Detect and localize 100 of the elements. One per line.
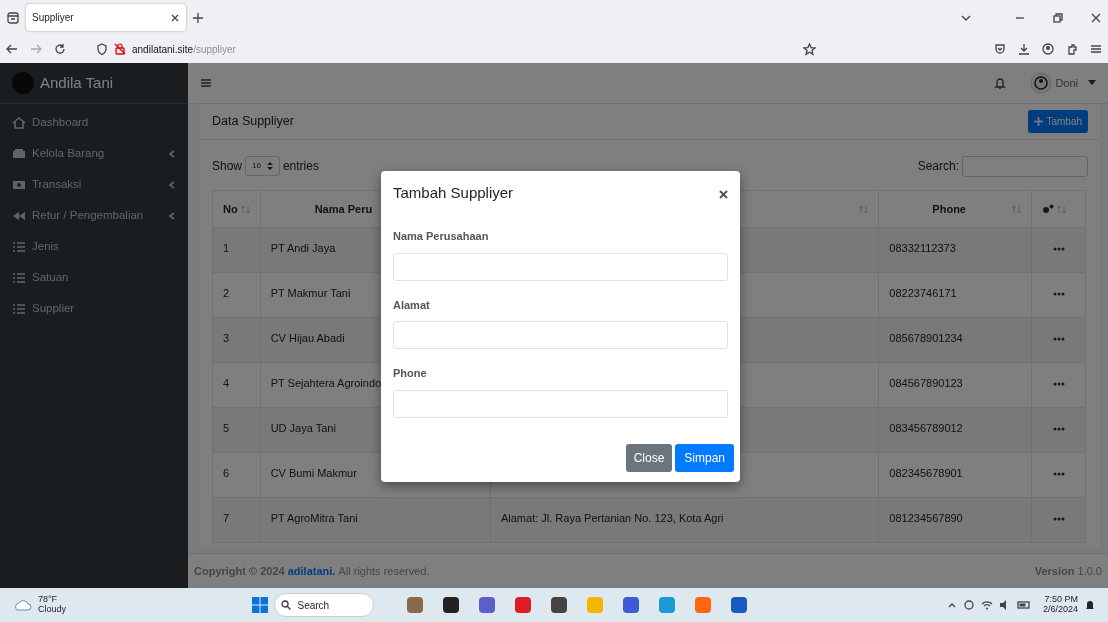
copyright-text: Copyright © 2024 adilatani. All rights reserved. <box>194 563 430 579</box>
table-cell: PT AgroMitra Tani <box>260 497 491 543</box>
show-label: Show <box>212 158 243 175</box>
taskbar-app-icon[interactable] <box>442 596 461 614</box>
clock-time: 7:50 PM <box>1044 595 1078 605</box>
table-cell: 082345678901 <box>878 452 1032 498</box>
close-icon <box>719 189 728 199</box>
input-field[interactable] <box>393 321 728 349</box>
more-options-icon[interactable] <box>1052 292 1065 297</box>
cloud-icon <box>12 599 32 611</box>
brand-name: Andila Tani <box>40 72 114 93</box>
table-cell: 081234567890 <box>878 497 1032 543</box>
table-cell: 4 <box>212 362 261 408</box>
url-text[interactable]: andilatani.site/suppliyer <box>132 41 236 57</box>
sidebar-item[interactable]: Dashboard <box>0 107 188 138</box>
input-field[interactable] <box>393 252 728 281</box>
site-link[interactable]: adilatani. <box>287 564 336 577</box>
field-label: Alamat <box>393 297 431 313</box>
sidebar-item[interactable]: Satuan <box>0 262 188 293</box>
save-button[interactable]: Simpan <box>675 443 734 472</box>
extensions-icon[interactable] <box>1066 43 1078 55</box>
more-options-icon[interactable] <box>1052 382 1065 387</box>
boxes-icon <box>12 146 26 161</box>
list-icon <box>12 301 26 316</box>
battery-icon[interactable] <box>1016 600 1031 610</box>
user-menu[interactable]: Doni <box>1030 72 1096 94</box>
input-field[interactable] <box>393 389 728 418</box>
table-cell: 084567890123 <box>878 362 1032 408</box>
table-cell: Alamat: Jl. Raya Pertanian No. 123, Kota Agri <box>490 497 879 543</box>
add-button[interactable]: Tambah <box>1028 110 1088 133</box>
more-options-icon[interactable] <box>1052 337 1065 342</box>
shield-icon <box>96 43 108 55</box>
taskbar-search[interactable]: Search <box>274 593 375 617</box>
tab-title: Suppliyer <box>32 11 75 25</box>
close-button[interactable]: Close <box>625 443 673 472</box>
avatar-icon <box>1030 72 1053 94</box>
list-icon <box>12 270 26 285</box>
table-cell: 5 <box>212 407 261 453</box>
column-header[interactable]: Phone <box>878 190 1032 228</box>
plus-icon[interactable] <box>192 11 204 24</box>
sidebar-item[interactable]: Supplier <box>0 293 188 324</box>
close-icon[interactable] <box>170 12 180 23</box>
version-text: Version 1.0.0 <box>1034 563 1102 579</box>
brand-logo-icon <box>12 72 34 94</box>
temperature-text: 78°F <box>38 595 59 605</box>
tab-list-icon[interactable] <box>6 10 20 25</box>
browser-tab[interactable]: Suppliyer <box>26 4 186 31</box>
search-label: Search: <box>917 158 959 175</box>
account-icon[interactable] <box>1042 43 1054 55</box>
list-icon <box>12 239 26 254</box>
star-icon[interactable] <box>803 42 816 56</box>
more-options-icon[interactable] <box>1052 247 1065 252</box>
gears-icon <box>1042 204 1054 214</box>
restore-icon[interactable] <box>1052 11 1064 24</box>
table-cell: 08332112373 <box>878 227 1032 273</box>
search-field[interactable] <box>962 155 1088 177</box>
table-cell: 083456789012 <box>878 407 1032 453</box>
taskbar-app-icon[interactable] <box>550 596 569 614</box>
table-cell: 3 <box>212 317 261 363</box>
more-options-icon[interactable] <box>1052 472 1065 477</box>
more-options-icon[interactable] <box>1052 517 1065 522</box>
lock-icon <box>114 43 126 55</box>
search-icon <box>281 600 292 610</box>
table-cell: 085678901234 <box>878 317 1032 363</box>
chevron-left-icon <box>168 179 176 190</box>
chevron-left-icon <box>168 148 176 159</box>
house-icon <box>12 115 26 130</box>
clock-date: 2/6/2024 <box>1042 605 1078 615</box>
weather-text: Cloudy <box>38 605 66 615</box>
chevron-left-icon <box>168 210 176 221</box>
sidebar-item[interactable]: Retur / Pengembalian <box>0 200 188 231</box>
back-arrow-icon[interactable] <box>6 43 18 55</box>
plus-icon <box>1034 117 1044 126</box>
close-icon[interactable] <box>1090 11 1102 24</box>
table-cell: 08223746171 <box>878 272 1032 318</box>
column-header[interactable]: No <box>212 190 261 228</box>
bell-icon[interactable] <box>994 77 1007 89</box>
sidebar-item[interactable]: Kelola Barang <box>0 138 188 169</box>
table-cell: 2 <box>212 272 261 318</box>
table-cell: 6 <box>212 452 261 498</box>
download-icon[interactable] <box>1018 43 1030 55</box>
field-label: Nama Perusahaan <box>393 229 490 244</box>
more-options-icon[interactable] <box>1052 427 1065 432</box>
pocket-icon[interactable] <box>994 43 1006 55</box>
menu-icon[interactable] <box>200 77 212 89</box>
start-icon[interactable] <box>252 597 269 613</box>
table-cell: 7 <box>212 497 261 543</box>
network-icon[interactable] <box>962 599 975 611</box>
reload-icon[interactable] <box>54 43 66 55</box>
table-cell: 1 <box>212 227 261 273</box>
sidebar-item[interactable]: Transaksi <box>0 169 188 200</box>
entries-select[interactable]: 10 <box>245 156 280 176</box>
notification-bell-icon[interactable] <box>1084 599 1096 611</box>
caret-down-icon <box>1088 80 1096 86</box>
sidebar-item[interactable]: Jenis <box>0 231 188 262</box>
menu-icon[interactable] <box>1090 43 1102 55</box>
sort-caret-icon <box>266 162 273 170</box>
card-title: Data Suppliyer <box>212 113 294 131</box>
field-label: Phone <box>393 366 428 381</box>
wifi-icon[interactable] <box>980 599 993 611</box>
